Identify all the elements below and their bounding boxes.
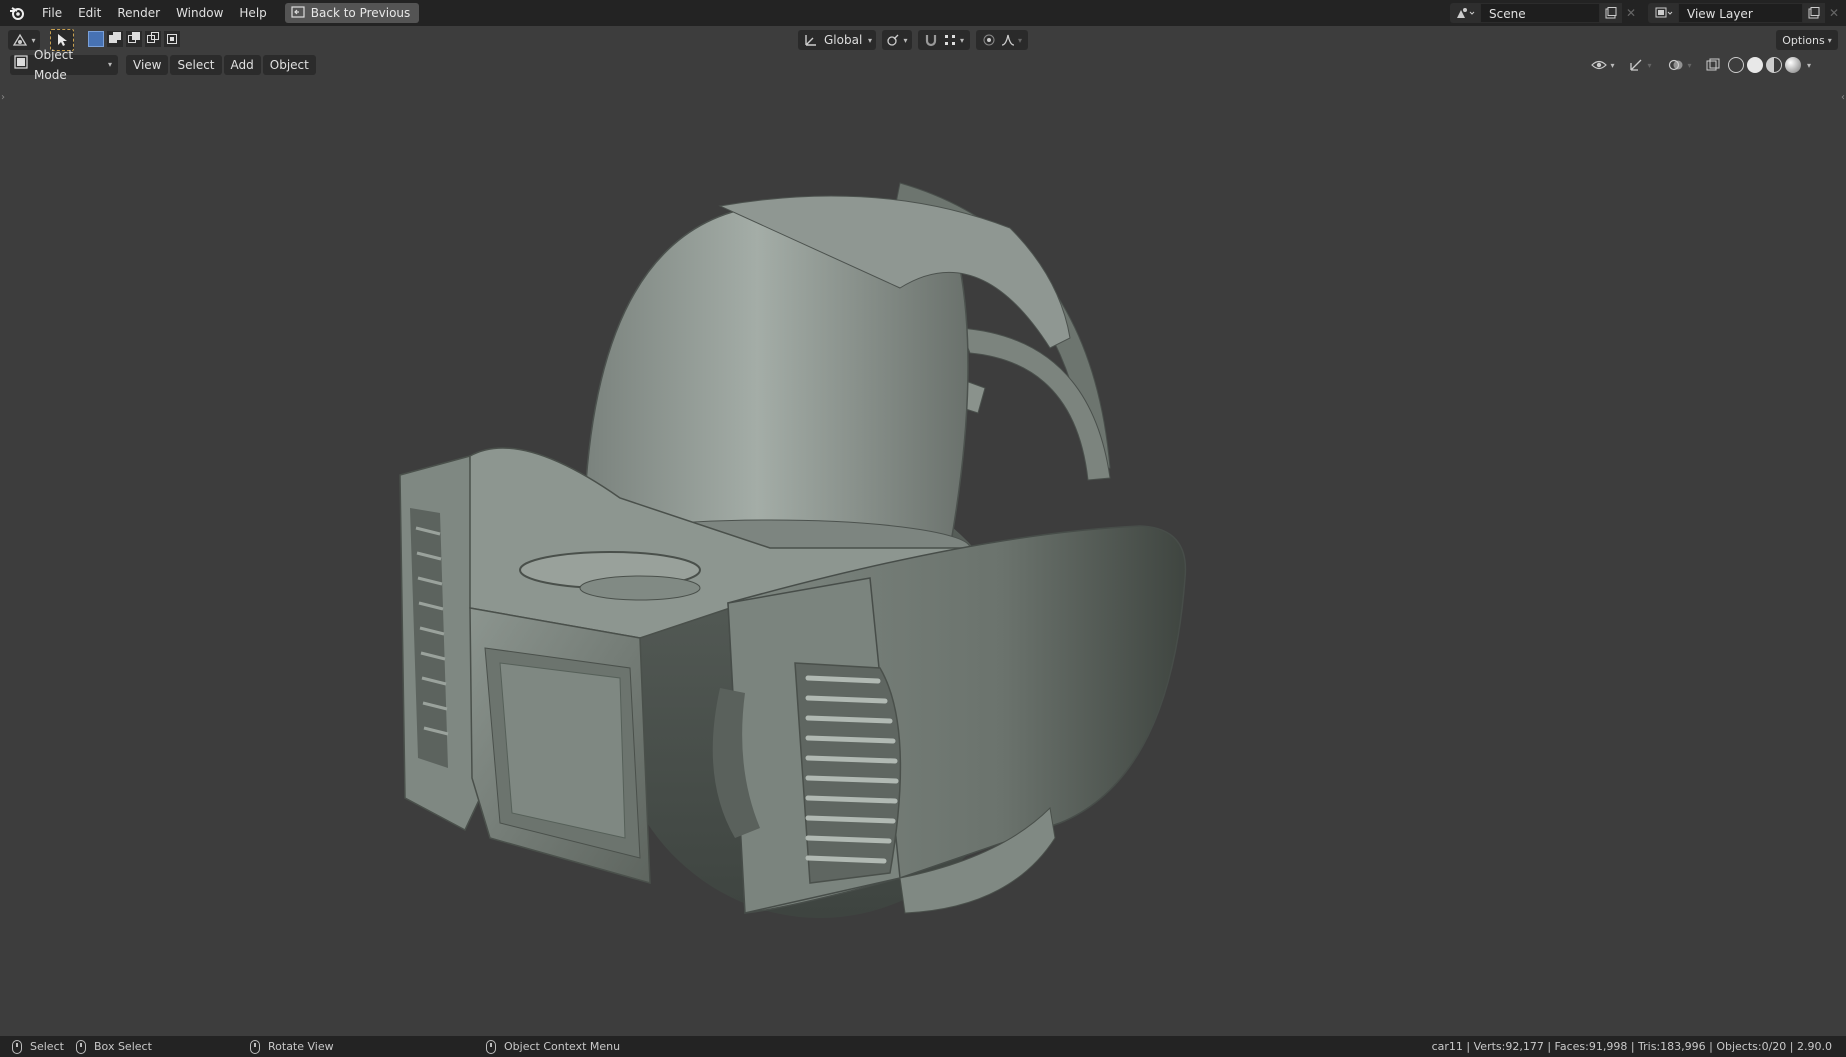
menu-edit[interactable]: Edit xyxy=(70,2,109,24)
view-layer-selector[interactable]: View Layer ✕ xyxy=(1648,3,1843,23)
deck-oval-inner xyxy=(579,575,701,601)
pivot-point-dropdown[interactable]: ▾ xyxy=(882,30,912,50)
view-layer-icon[interactable] xyxy=(1648,3,1678,23)
toolbar-expand-icon[interactable]: › xyxy=(1,92,5,103)
overlays-icon xyxy=(1669,59,1683,71)
select-extend-icon[interactable] xyxy=(107,31,123,47)
scene-name-field[interactable]: Scene xyxy=(1480,3,1600,23)
snap-grid-icon xyxy=(944,35,955,45)
new-view-layer-icon[interactable] xyxy=(1803,3,1825,23)
orientation-label: Global xyxy=(824,33,863,47)
options-label: Options xyxy=(1782,33,1825,47)
scene-statistics: car11 | Verts:92,177 | Faces:91,998 | Tr… xyxy=(1431,1040,1832,1053)
select-intersect-icon[interactable] xyxy=(164,31,180,47)
menu-file[interactable]: File xyxy=(34,2,70,24)
xray-icon xyxy=(1706,58,1720,71)
front-window xyxy=(499,662,626,839)
3d-viewport[interactable]: › ‹ xyxy=(0,78,1846,1036)
select-menu[interactable]: Select xyxy=(170,55,222,75)
status-bar: Select Box Select Rotate View Object Con… xyxy=(0,1036,1846,1057)
status-context-label: Object Context Menu xyxy=(504,1040,621,1053)
blender-logo-icon[interactable] xyxy=(8,4,26,22)
menu-render[interactable]: Render xyxy=(109,2,168,24)
back-icon xyxy=(291,5,305,21)
object-menu[interactable]: Object xyxy=(262,55,316,75)
view-menu[interactable]: View xyxy=(126,55,169,75)
menu-help[interactable]: Help xyxy=(231,2,274,24)
sidebar-expand-icon[interactable]: ‹ xyxy=(1841,92,1845,103)
new-scene-icon[interactable] xyxy=(1600,3,1622,23)
overlays-toggle[interactable]: ▾ xyxy=(1662,55,1698,75)
pivot-icon xyxy=(887,34,899,46)
shading-dropdown-icon[interactable]: ▾ xyxy=(1807,61,1811,70)
top-bar: File Edit Render Window Help Back to Pre… xyxy=(0,0,1846,26)
tool-settings-bar: ▾ Global ▾ ▾ ▾ ▾ Options ▾ xyxy=(0,28,1846,52)
status-select-hint: Select xyxy=(12,1036,64,1057)
gizmo-icon xyxy=(1630,59,1642,71)
mouse-right-icon xyxy=(486,1039,496,1054)
menu-window[interactable]: Window xyxy=(168,2,231,24)
delete-view-layer-icon[interactable]: ✕ xyxy=(1825,3,1843,23)
3d-model-render xyxy=(399,182,1187,918)
proportional-edit-icon xyxy=(983,34,995,46)
select-subtract-icon[interactable] xyxy=(126,31,142,47)
status-rotate-label: Rotate View xyxy=(268,1040,334,1053)
mouse-drag-icon xyxy=(76,1039,86,1054)
visibility-dropdown[interactable]: ▾ xyxy=(1588,55,1618,75)
mouse-middle-icon xyxy=(250,1039,260,1054)
view-layer-name-field[interactable]: View Layer xyxy=(1678,3,1803,23)
mode-dropdown[interactable]: Object Mode ▾ xyxy=(10,48,118,82)
falloff-icon xyxy=(1001,34,1015,46)
mouse-left-icon xyxy=(12,1039,22,1054)
magnet-icon xyxy=(925,35,937,47)
status-box-select-hint: Box Select xyxy=(76,1036,152,1057)
status-context-hint: Object Context Menu xyxy=(486,1036,620,1057)
options-dropdown[interactable]: Options ▾ xyxy=(1776,30,1838,50)
scene-icon[interactable] xyxy=(1450,3,1480,23)
object-mode-icon xyxy=(14,55,28,75)
transform-orientation-dropdown[interactable]: Global ▾ xyxy=(798,30,876,50)
status-rotate-hint: Rotate View xyxy=(250,1036,334,1057)
proportional-edit-group[interactable]: ▾ xyxy=(976,30,1028,50)
status-select-label: Select xyxy=(30,1040,64,1053)
gizmo-toggle[interactable]: ▾ xyxy=(1622,55,1658,75)
orientation-icon xyxy=(805,35,816,46)
back-to-previous-button[interactable]: Back to Previous xyxy=(284,3,420,23)
scene-selector[interactable]: Scene ✕ xyxy=(1450,3,1640,23)
status-box-select-label: Box Select xyxy=(94,1040,152,1053)
viewport-header: Object Mode ▾ View Select Add Object ▾ ▾… xyxy=(0,48,1846,82)
wireframe-shading-icon[interactable] xyxy=(1728,57,1744,73)
select-invert-icon[interactable] xyxy=(145,31,161,47)
snapping-group[interactable]: ▾ xyxy=(918,30,970,50)
delete-scene-icon[interactable]: ✕ xyxy=(1622,3,1640,23)
rear-arc-inner xyxy=(959,327,1111,481)
rendered-shading-icon[interactable] xyxy=(1785,57,1801,73)
xray-toggle[interactable] xyxy=(1702,55,1724,75)
back-to-previous-label: Back to Previous xyxy=(310,6,411,20)
add-menu[interactable]: Add xyxy=(223,55,261,75)
eye-icon xyxy=(1591,60,1608,70)
material-shading-icon[interactable] xyxy=(1766,57,1782,73)
solid-shading-icon[interactable] xyxy=(1747,57,1763,73)
